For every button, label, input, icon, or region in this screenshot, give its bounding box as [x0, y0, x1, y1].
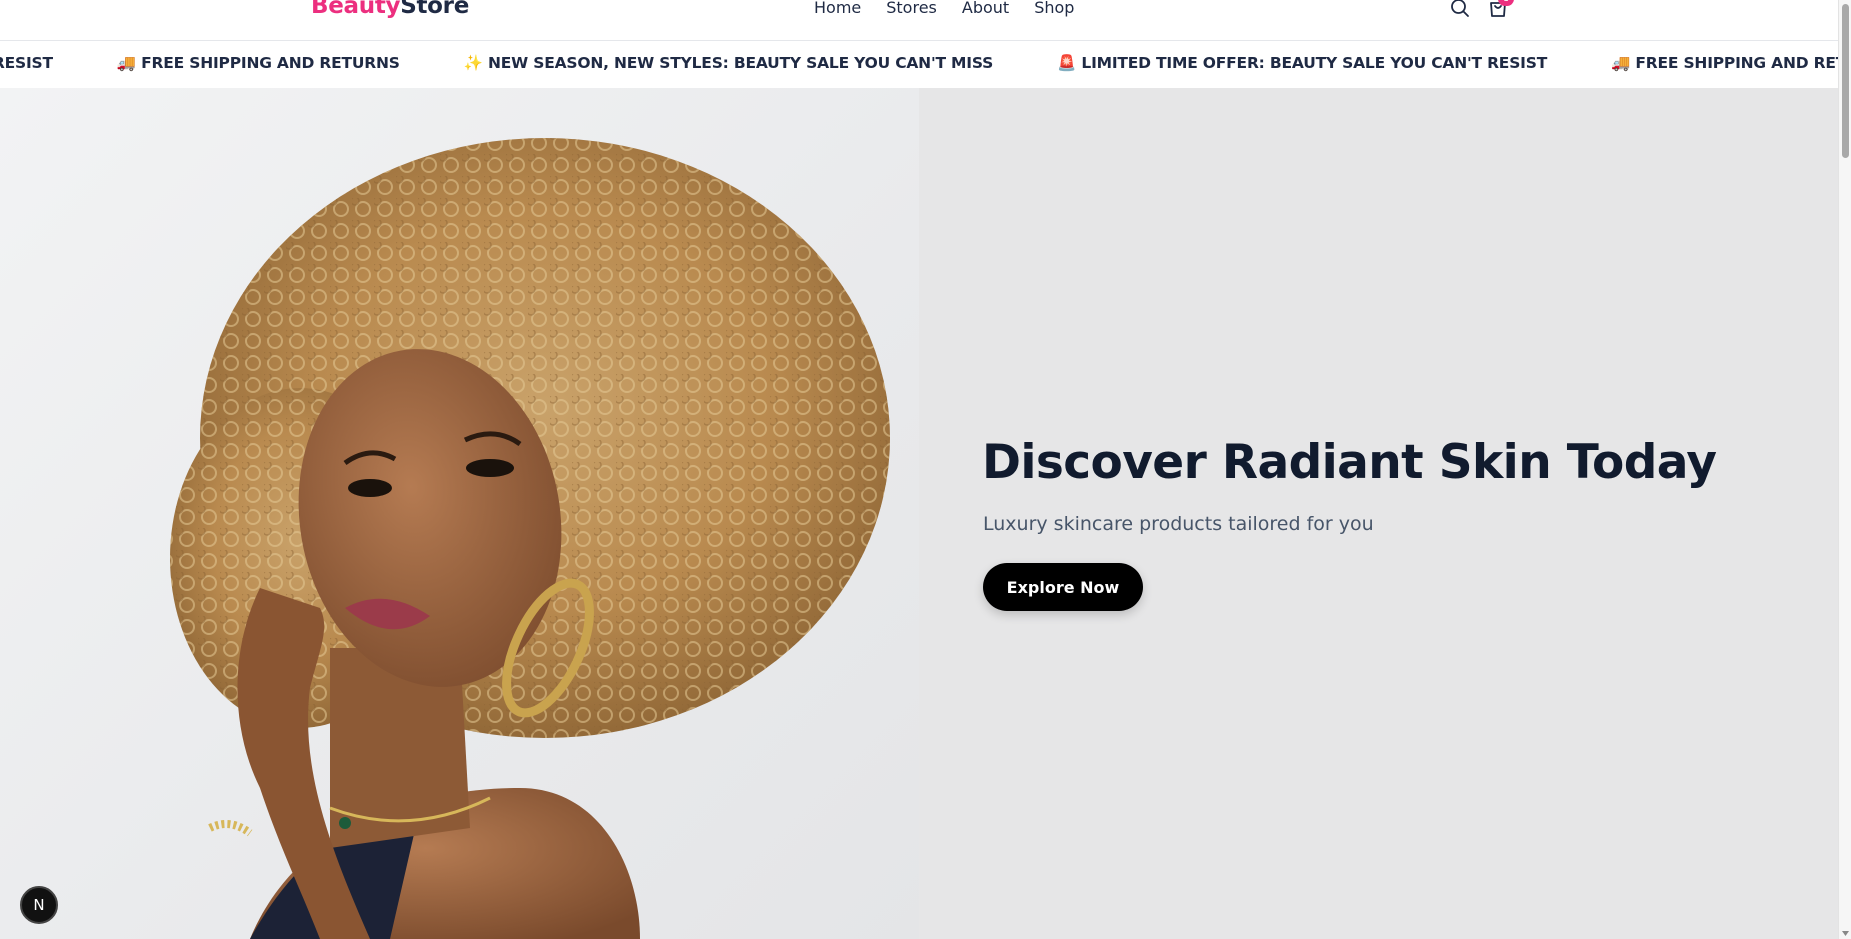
page-scrollbar[interactable] — [1838, 0, 1851, 939]
marquee-track: CAN'T RESIST 🚚 FREE SHIPPING AND RETURNS… — [0, 54, 1838, 72]
nav-stores-link[interactable]: Stores — [886, 0, 937, 17]
nav-home-link[interactable]: Home — [814, 0, 861, 17]
marquee-item: 🚨 LIMITED TIME OFFER: BEAUTY SALE YOU CA… — [1057, 54, 1548, 72]
marquee-item: CAN'T RESIST — [0, 54, 53, 72]
logo-text-store: Store — [400, 0, 470, 19]
explore-now-button[interactable]: Explore Now — [983, 563, 1143, 611]
hero-subtitle: Luxury skincare products tailored for yo… — [983, 513, 1374, 535]
hero-title: Discover Radiant Skin Today — [982, 435, 1717, 490]
marquee-item: ✨ NEW SEASON, NEW STYLES: BEAUTY SALE YO… — [463, 54, 994, 72]
nav-shop-link[interactable]: Shop — [1034, 0, 1074, 17]
scroll-down-arrow-icon[interactable] — [1842, 930, 1849, 937]
logo[interactable]: BeautyStore — [311, 0, 469, 19]
main-nav: Home Stores About Shop — [814, 0, 1099, 17]
promo-marquee: CAN'T RESIST 🚚 FREE SHIPPING AND RETURNS… — [0, 42, 1838, 88]
hero-image — [0, 88, 919, 939]
site-header: BeautyStore Home Stores About Shop 1 — [0, 0, 1838, 41]
marquee-item: 🚚 FREE SHIPPING AND RETURNS — [1611, 54, 1838, 72]
nav-about-link[interactable]: About — [962, 0, 1009, 17]
marquee-item: 🚚 FREE SHIPPING AND RETURNS — [116, 54, 400, 72]
dev-tools-badge[interactable]: N — [20, 886, 58, 924]
hero-content: Discover Radiant Skin Today Luxury skinc… — [919, 88, 1838, 939]
scrollbar-thumb[interactable] — [1842, 4, 1849, 158]
search-icon[interactable] — [1448, 0, 1472, 20]
model-portrait-illustration — [170, 138, 890, 939]
logo-text-beauty: Beauty — [311, 0, 401, 19]
